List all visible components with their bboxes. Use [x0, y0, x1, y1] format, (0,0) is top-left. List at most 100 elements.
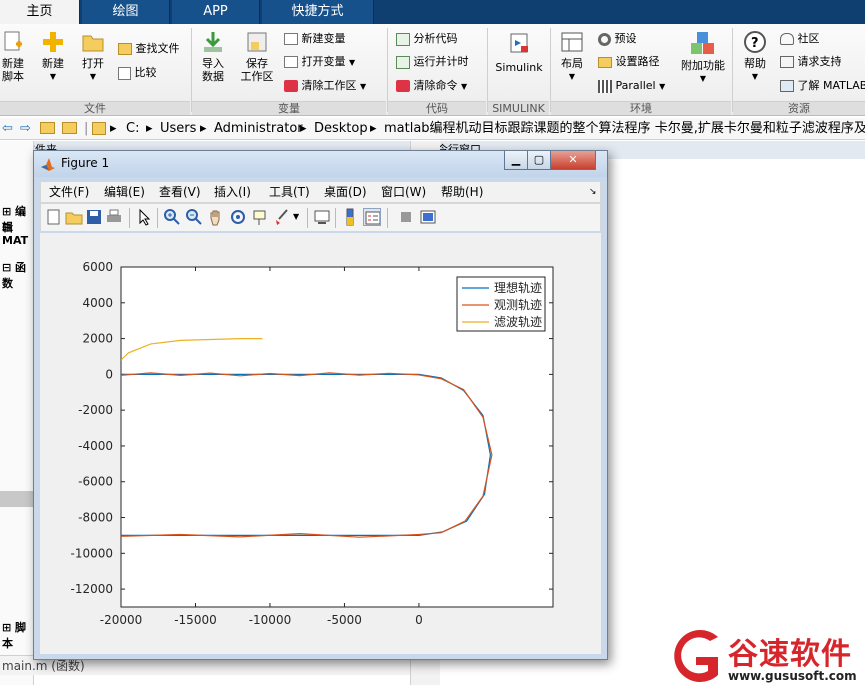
- zoom-in-icon[interactable]: [163, 208, 181, 226]
- breadcrumb-separator: ▸: [300, 121, 307, 136]
- chevron-down-icon[interactable]: ▼: [293, 212, 299, 221]
- data-cursor-icon[interactable]: [251, 208, 269, 226]
- pointer-icon[interactable]: [135, 208, 153, 226]
- menu-edit[interactable]: 编辑(E): [104, 182, 145, 202]
- colorbar-icon[interactable]: [341, 208, 359, 226]
- menu-help[interactable]: 帮助(H): [441, 182, 483, 202]
- simulink-button[interactable]: Simulink: [492, 30, 546, 74]
- script-section[interactable]: ⊞ 脚本: [2, 619, 33, 651]
- tab-home[interactable]: 主页: [0, 0, 80, 25]
- up-folder-icon[interactable]: [40, 122, 55, 134]
- new-figure-icon[interactable]: [45, 208, 63, 226]
- plus-icon: [43, 32, 63, 52]
- request-support-button[interactable]: 请求支持: [780, 53, 842, 71]
- import-data-button[interactable]: 导入 数据: [196, 30, 230, 83]
- resources-group-label: 资源: [733, 101, 865, 115]
- y-tick-label: 0: [105, 367, 113, 381]
- clear-workspace-button[interactable]: 清除工作区 ▼: [284, 77, 366, 95]
- community-button[interactable]: 社区: [780, 30, 820, 48]
- menu-window[interactable]: 窗口(W): [381, 182, 426, 202]
- run-time-label: 运行并计时: [413, 55, 469, 68]
- figure-title-bar[interactable]: Figure 1 ▁ ▢ ✕: [34, 151, 607, 177]
- breadcrumb-separator: ▸: [110, 121, 117, 136]
- help-label: 帮助: [744, 57, 766, 70]
- save-workspace-button[interactable]: 保存 工作区: [236, 30, 278, 83]
- figure-menu-bar: 文件(F) 编辑(E) 查看(V) 插入(I) 工具(T) 桌面(D) 窗口(W…: [40, 181, 601, 203]
- forward-arrow-icon[interactable]: ⇨: [20, 118, 31, 139]
- help-button[interactable]: ? 帮助 ▼: [738, 30, 772, 83]
- mat-section[interactable]: ⊟ MAT: [2, 221, 33, 247]
- menu-desktop[interactable]: 桌面(D): [324, 182, 367, 202]
- y-tick-label: -8000: [78, 511, 113, 525]
- zoom-out-icon[interactable]: [185, 208, 203, 226]
- new-button[interactable]: 新建 ▼: [38, 30, 68, 83]
- breadcrumb-item-users[interactable]: Users: [160, 118, 196, 139]
- back-arrow-icon[interactable]: ⇦: [2, 118, 13, 139]
- link-plot-icon[interactable]: [313, 208, 331, 226]
- analyze-code-button[interactable]: 分析代码: [396, 30, 458, 48]
- maximize-button[interactable]: ▢: [527, 151, 551, 170]
- minimize-button[interactable]: ▁: [504, 151, 528, 170]
- breadcrumb-item-desktop[interactable]: Desktop: [314, 118, 368, 139]
- simulink-icon: [510, 33, 528, 53]
- parallel-button[interactable]: Parallel ▼: [598, 77, 665, 95]
- layout-button[interactable]: 布局 ▼: [556, 30, 588, 83]
- close-button[interactable]: ✕: [550, 151, 596, 170]
- learn-matlab-button[interactable]: 了解 MATLAB: [780, 77, 865, 95]
- save-icon[interactable]: [85, 208, 103, 226]
- dock-arrow-icon[interactable]: ↘: [589, 182, 597, 202]
- tab-apps[interactable]: APP: [172, 0, 260, 24]
- browse-folder-icon[interactable]: [62, 122, 77, 134]
- breadcrumb-item-administrator[interactable]: Administrator: [214, 118, 303, 139]
- new-variable-icon: [284, 33, 298, 45]
- open-variable-label: 打开变量: [301, 55, 346, 68]
- tab-plots[interactable]: 绘图: [82, 0, 170, 24]
- rotate-3d-icon[interactable]: [229, 208, 247, 226]
- legend-label-3: 滤波轨迹: [494, 315, 542, 329]
- breadcrumb-item-c[interactable]: C:: [126, 118, 139, 139]
- divider: [307, 208, 308, 228]
- chevron-down-icon: ▼: [360, 82, 367, 91]
- run-and-time-button[interactable]: 运行并计时: [396, 53, 469, 71]
- learn-icon: [780, 80, 794, 92]
- hide-plot-tools-icon[interactable]: [397, 208, 415, 226]
- new-variable-label: 新建变量: [301, 32, 346, 45]
- open-file-icon[interactable]: [65, 208, 83, 226]
- breadcrumb-separator: ▸: [200, 121, 207, 136]
- menu-insert[interactable]: 插入(I): [214, 182, 251, 202]
- new-variable-button[interactable]: 新建变量: [284, 30, 346, 48]
- open-variable-button[interactable]: 打开变量 ▼: [284, 53, 355, 71]
- open-button[interactable]: 打开 ▼: [78, 30, 108, 83]
- svg-text:?: ?: [751, 36, 759, 51]
- pan-hand-icon[interactable]: [207, 208, 225, 226]
- preferences-button[interactable]: 预设: [598, 30, 637, 48]
- save-workspace-label: 保存 工作区: [240, 57, 274, 83]
- breadcrumb-item-project[interactable]: matlab编程机动目标跟踪课题的整个算法程序 卡尔曼,扩展卡尔曼和粒子滤波程序…: [384, 118, 865, 139]
- selected-row[interactable]: [0, 491, 33, 507]
- import-label: 导入 数据: [202, 57, 224, 83]
- script-label: 脚本: [2, 621, 27, 650]
- legend-label-2: 观测轨迹: [494, 298, 542, 312]
- request-support-label: 请求支持: [797, 55, 842, 68]
- legend-icon[interactable]: [363, 208, 381, 226]
- open-label: 打开: [82, 57, 104, 70]
- ribbon-toolstrip: 新建 脚本 新建 ▼ 打开 ▼ 查找文件 比较 文件 导入 数据 保存 工作区 …: [0, 24, 865, 116]
- tab-shortcuts[interactable]: 快捷方式: [262, 0, 374, 24]
- clear-commands-button[interactable]: 清除命令 ▼: [396, 77, 467, 95]
- brush-icon[interactable]: [273, 208, 291, 226]
- variable-group-label: 变量: [192, 101, 386, 115]
- compare-button[interactable]: 比较: [118, 64, 157, 82]
- trajectory-chart[interactable]: -20000 -15000 -10000 -5000 0 6000 4000 2000 0 -20…: [40, 233, 601, 654]
- find-files-label: 查找文件: [135, 42, 180, 55]
- chevron-down-icon: ▼: [568, 72, 576, 81]
- new-script-button[interactable]: 新建 脚本: [0, 30, 26, 83]
- find-files-button[interactable]: 查找文件: [118, 40, 180, 58]
- func-section[interactable]: ⊟ 函数: [2, 259, 33, 291]
- print-icon[interactable]: [105, 208, 123, 226]
- show-plot-tools-icon[interactable]: [419, 208, 437, 226]
- menu-tools[interactable]: 工具(T): [269, 182, 310, 202]
- add-ons-button[interactable]: 附加功能 ▼: [678, 30, 728, 85]
- menu-file[interactable]: 文件(F): [49, 182, 89, 202]
- menu-view[interactable]: 查看(V): [159, 182, 201, 202]
- set-path-button[interactable]: 设置路径: [598, 53, 660, 71]
